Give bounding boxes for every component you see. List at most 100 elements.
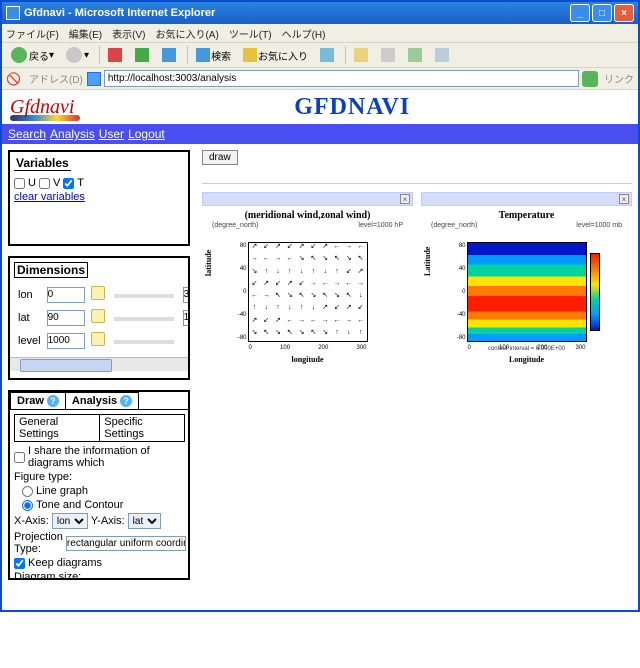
diagram-temp-title: Temperature (421, 210, 632, 221)
dim-lon-max[interactable] (183, 287, 190, 303)
var-v-label: V (53, 177, 60, 189)
dim-lon-slider[interactable] (114, 294, 174, 298)
stop-small-icon[interactable]: 🚫 (6, 72, 21, 86)
help-icon[interactable]: ? (47, 395, 59, 407)
refresh-icon (135, 48, 149, 62)
page-body: Gfdnavi GFDNAVI Search Analysis User Log… (2, 90, 638, 668)
print-button[interactable] (376, 45, 401, 65)
dim-lat-max[interactable] (183, 310, 190, 326)
yaxis-select[interactable]: lat (128, 513, 161, 529)
chevron-down-icon: ▾ (49, 50, 54, 61)
share-label: I share the information of diagrams whic… (28, 445, 184, 469)
keep-diagrams-checkbox[interactable] (14, 558, 25, 569)
forward-button[interactable]: ▾ (61, 45, 94, 65)
window-maximize-button[interactable]: □ (592, 4, 612, 22)
var-t-checkbox[interactable] (63, 178, 74, 189)
projection-input[interactable] (66, 536, 186, 551)
address-label: アドレス(D) (29, 71, 83, 86)
var-v-checkbox[interactable] (39, 178, 50, 189)
subtab-specific[interactable]: Specific Settings (99, 414, 185, 442)
menu-fav[interactable]: お気に入り(A) (155, 26, 218, 41)
dimensions-title: Dimensions (14, 262, 88, 278)
chevron-down-icon: ▾ (84, 50, 89, 61)
address-input[interactable] (104, 70, 579, 87)
page-title: GFDNAVI (74, 94, 630, 121)
nav-logout[interactable]: Logout (128, 127, 165, 141)
tab-analysis[interactable]: Analysis? (65, 392, 139, 409)
menu-tools[interactable]: ツール(T) (229, 26, 272, 41)
dim-lon-label: lon (16, 284, 43, 305)
close-icon[interactable]: × (619, 194, 629, 204)
diagram-temp-header[interactable]: × (421, 192, 632, 206)
var-t-label: T (77, 177, 84, 189)
figure-type-line-radio[interactable] (22, 486, 33, 497)
dim-level-handle-icon[interactable] (91, 332, 105, 346)
window-titlebar: Gfdnavi - Microsoft Internet Explorer _ … (2, 2, 638, 24)
stop-button[interactable] (103, 45, 128, 65)
left-column: Variables U V T clear variables Dimensio… (2, 144, 196, 668)
search-button[interactable]: 検索 (191, 45, 236, 65)
menu-file[interactable]: ファイル(F) (6, 26, 59, 41)
nav-search[interactable]: Search (8, 127, 46, 141)
dim-lat-input[interactable] (47, 310, 85, 326)
print-icon (381, 48, 395, 62)
tab-draw[interactable]: Draw? (10, 392, 66, 409)
go-button[interactable] (582, 71, 598, 87)
separator (202, 183, 632, 184)
dimensions-scrollbar[interactable] (10, 357, 188, 371)
home-icon (162, 48, 176, 62)
history-button[interactable] (315, 45, 340, 65)
discuss-button[interactable] (430, 45, 455, 65)
home-button[interactable] (157, 45, 182, 65)
menu-edit[interactable]: 編集(E) (69, 26, 102, 41)
dim-lat-slider[interactable] (114, 317, 174, 321)
wind-plot-area: 80400-40-80 0100200300 ↗↙↗↙↗↙↗←→←→←→←↘↖↘… (248, 242, 368, 342)
dim-row-lon: lon (16, 284, 190, 305)
dim-level-label: level (16, 330, 43, 351)
temp-plot-area: 80400-40-80 0100200300 (467, 242, 587, 342)
dim-lat-handle-icon[interactable] (91, 309, 105, 323)
toolbar: 戻る ▾ ▾ 検索 お気に入り (2, 42, 638, 68)
dim-lat-label: lat (16, 307, 43, 328)
xaxis-select[interactable]: lon (52, 513, 88, 529)
edit-icon (408, 48, 422, 62)
favorites-button[interactable]: お気に入り (238, 45, 313, 65)
diagram-temperature: × Temperature (degree_north) level=1000 … (421, 192, 632, 366)
diagram-wind-header[interactable]: × (202, 192, 413, 206)
edit-button[interactable] (403, 45, 428, 65)
refresh-button[interactable] (130, 45, 155, 65)
dim-level-slider[interactable] (114, 340, 174, 344)
var-u-checkbox[interactable] (14, 178, 25, 189)
star-icon (243, 48, 257, 62)
mail-icon (354, 48, 368, 62)
window-close-button[interactable]: × (614, 4, 634, 22)
dim-row-level: level (16, 330, 190, 351)
dim-lon-handle-icon[interactable] (91, 286, 105, 300)
dim-lon-input[interactable] (47, 287, 85, 303)
back-button[interactable]: 戻る ▾ (6, 45, 59, 65)
address-bar: 🚫 アドレス(D) リンク (2, 68, 638, 90)
help-icon[interactable]: ? (120, 395, 132, 407)
dim-row-lat: lat (16, 307, 190, 328)
history-icon (320, 48, 334, 62)
mail-button[interactable] (349, 45, 374, 65)
clear-variables-link[interactable]: clear variables (14, 191, 85, 203)
nav-user[interactable]: User (99, 127, 124, 141)
menu-help[interactable]: ヘルプ(H) (282, 26, 326, 41)
variables-panel: Variables U V T clear variables (8, 150, 190, 246)
page-icon (87, 72, 101, 86)
colorbar (590, 253, 600, 331)
dim-level-input[interactable] (47, 333, 85, 349)
right-column: draw × (meridional wind,zonal wind) (deg… (196, 144, 638, 668)
nav-analysis[interactable]: Analysis (50, 127, 95, 141)
links-label[interactable]: リンク (604, 71, 634, 86)
share-checkbox[interactable] (14, 452, 25, 463)
draw-button[interactable]: draw (202, 150, 238, 165)
stop-icon (108, 48, 122, 62)
variables-title: Variables (14, 156, 71, 171)
menu-view[interactable]: 表示(V) (112, 26, 145, 41)
subtab-general[interactable]: General Settings (14, 414, 100, 442)
figure-type-tone-radio[interactable] (22, 500, 33, 511)
close-icon[interactable]: × (400, 194, 410, 204)
window-minimize-button[interactable]: _ (570, 4, 590, 22)
